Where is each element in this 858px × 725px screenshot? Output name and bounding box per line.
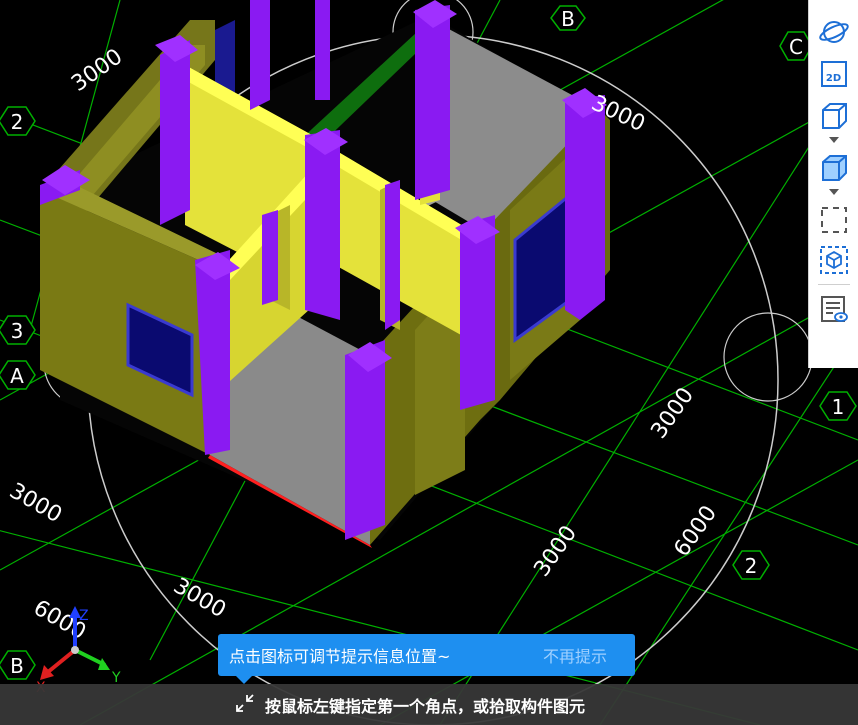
dashed-rect-icon[interactable]	[816, 202, 852, 238]
svg-text:B: B	[10, 654, 24, 678]
chevron-down-icon[interactable]	[816, 134, 852, 146]
view-2d-label: 2D	[825, 73, 842, 84]
view-2d-button[interactable]: 2D	[816, 56, 852, 92]
svg-text:A: A	[10, 364, 24, 388]
svg-text:3: 3	[11, 319, 24, 343]
dimension-label: 3000	[169, 574, 230, 624]
svg-text:B: B	[561, 7, 575, 31]
view-toolbar: 2D	[808, 0, 858, 368]
dismiss-hint-link[interactable]: 不再提示	[543, 643, 607, 667]
dimension-label: 3000	[646, 383, 699, 443]
axis-bubble-2-right: 2	[732, 550, 770, 580]
hint-message: 点击图标可调节提示信息位置~	[229, 647, 451, 666]
dimension-label: 3000	[5, 479, 66, 529]
axis-bubble-b-top: B	[550, 5, 586, 31]
box-view-icon[interactable]	[816, 98, 852, 134]
chevron-down-icon[interactable]	[816, 186, 852, 198]
toolbar-divider	[817, 284, 850, 285]
axis-bubble-b-bottom: B	[0, 650, 36, 680]
svg-text:1: 1	[832, 395, 845, 419]
status-prompt: 按鼠标左键指定第一个角点，或拾取构件图元	[264, 696, 585, 716]
dimension-label: 6000	[669, 501, 722, 561]
svg-text:Z: Z	[79, 608, 89, 624]
status-bar: 按鼠标左键指定第一个角点，或拾取构件图元	[0, 684, 858, 725]
dimension-label: 3000	[67, 44, 127, 97]
svg-text:2: 2	[11, 110, 24, 134]
orbit-icon[interactable]	[816, 14, 852, 50]
box-filled-icon[interactable]	[816, 150, 852, 186]
axis-bubble-1: 1	[819, 391, 857, 421]
hint-tooltip[interactable]: 点击图标可调节提示信息位置~ 不再提示	[218, 634, 635, 684]
axis-bubble-2-left: 2	[0, 106, 36, 136]
svg-text:2: 2	[745, 554, 758, 578]
3d-viewport[interactable]: 3000 3000 3000 3000 3000 3000 6000 6000 …	[0, 0, 858, 725]
dimension-label: 3000	[529, 521, 582, 581]
dashed-cube-icon[interactable]	[816, 242, 852, 278]
building-model[interactable]	[40, 0, 610, 548]
axis-bubble-3: 3	[0, 315, 36, 345]
tooltip-arrow	[236, 676, 252, 684]
svg-text:C: C	[789, 35, 803, 59]
axis-bubble-a: A	[0, 360, 36, 390]
collapse-arrows-icon[interactable]	[233, 691, 257, 719]
list-eye-icon[interactable]	[816, 291, 852, 327]
